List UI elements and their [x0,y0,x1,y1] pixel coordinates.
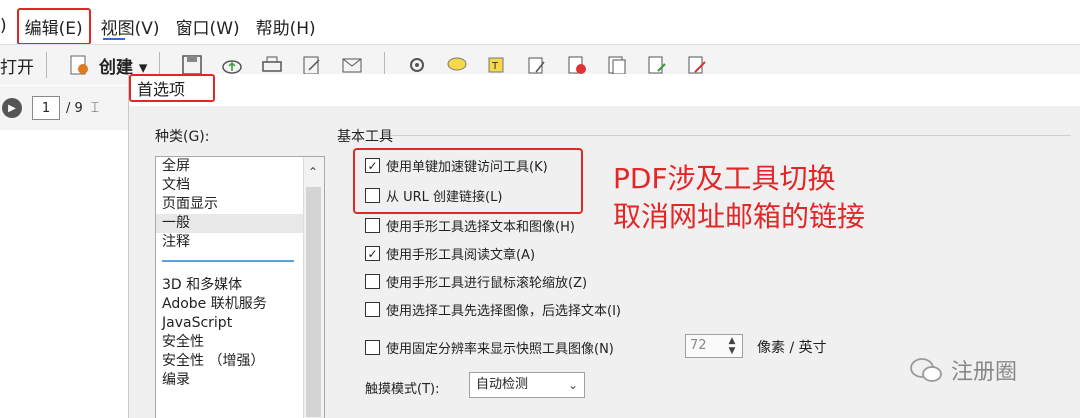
dialog-title: 首选项 [129,74,215,102]
option-hand-tool-wheel-zoom[interactable]: 使用手形工具进行鼠标滚轮缩放(Z) [365,272,587,291]
checkbox-checked[interactable]: ✓ [365,246,380,261]
menu-item-help[interactable]: 帮助(H) [248,14,324,39]
page-navigation: ▶ 1 / 9 ⌶ [0,86,140,130]
option-label: 使用单键加速键访问工具(K) [386,160,548,175]
dialog-titlebar [129,74,1080,106]
category-item[interactable]: JavaScript [156,314,324,333]
category-item[interactable]: 页面显示 [156,195,324,214]
menu-focus-underline [103,38,125,40]
menu-item-file-partial[interactable]: ) [0,16,15,36]
next-page-icon[interactable]: ▶ [2,98,22,118]
checkbox[interactable] [365,302,380,317]
category-scrollbar[interactable]: ⌃ [303,157,324,418]
page-number-input[interactable]: 1 [32,96,60,120]
wechat-icon [910,358,942,382]
watermark: 注册圈 [909,354,1017,386]
category-item-selected[interactable]: 一般 [156,214,324,233]
checkbox-checked[interactable]: ✓ [365,158,380,173]
category-item[interactable]: 编录 [156,371,324,390]
option-select-tool-images-first[interactable]: 使用选择工具先选择图像，后选择文本(I) [365,300,621,319]
category-item[interactable]: 安全性 [156,333,324,352]
option-label: 使用手形工具阅读文章(A) [386,248,536,263]
option-label: 使用手形工具进行鼠标滚轮缩放(Z) [386,276,588,291]
option-label: 从 URL 创建链接(L) [386,190,503,205]
option-label: 使用固定分辨率来显示快照工具图像(N) [386,342,614,357]
annotation-line-2: 取消网址邮箱的链接 [613,200,866,233]
category-item[interactable]: Adobe 联机服务 [156,295,324,314]
group-divider [391,135,1071,136]
checkbox[interactable] [365,188,380,203]
category-item[interactable]: 3D 和多媒体 [156,276,324,295]
category-divider [162,260,294,262]
page-total: / 9 [66,100,83,116]
cursor-tool-icon[interactable]: ⌶ [91,100,99,116]
scroll-thumb[interactable] [306,187,321,417]
touch-mode-value: 自动检测 [476,377,529,392]
option-label: 使用手形工具选择文本和图像(H) [386,220,575,235]
menu-bar: ) 编辑(E) 视图(V) 窗口(W) 帮助(H) [0,7,1080,45]
resolution-stepper-icon[interactable]: ▲ ▼ [723,336,741,356]
category-item[interactable]: 安全性 （增强） [156,352,324,371]
svg-text:T: T [491,61,499,72]
option-hand-tool-read-articles[interactable]: ✓ 使用手形工具阅读文章(A) [365,244,535,263]
resolution-unit: 像素 / 英寸 [757,340,827,356]
menu-item-window[interactable]: 窗口(W) [168,14,248,39]
category-item[interactable]: 全屏 [156,157,324,176]
annotation-text: PDF涉及工具切换 取消网址邮箱的链接 [613,160,865,236]
toolbar-separator [46,52,47,78]
watermark-text: 注册圈 [951,360,1018,385]
menu-item-view[interactable]: 视图(V) [93,14,168,39]
category-item[interactable]: 注释 [156,233,324,252]
option-label: 使用选择工具先选择图像，后选择文本(I) [386,304,621,319]
chevron-up-icon[interactable]: ⌃ [308,165,318,179]
menu-item-edit[interactable]: 编辑(E) [16,7,91,45]
touch-mode-select[interactable]: 自动检测 ⌄ [469,372,585,398]
category-label: 种类(G): [155,129,210,145]
annotation-line-1: PDF涉及工具切换 [613,162,836,195]
option-create-links-from-urls[interactable]: 从 URL 创建链接(L) [365,186,502,205]
category-item[interactable]: 文档 [156,176,324,195]
create-pdf-icon[interactable] [67,53,91,77]
preferences-dialog: 首选项 种类(G): 全屏 文档 页面显示 一般 注释 3D 和多媒体 Adob… [128,74,1080,418]
option-single-key-accelerators[interactable]: ✓ 使用单键加速键访问工具(K) [365,156,548,175]
option-hand-tool-select-text[interactable]: 使用手形工具选择文本和图像(H) [365,216,575,235]
open-button[interactable]: 打开 [0,53,34,78]
checkbox[interactable] [365,340,380,355]
touch-mode-label: 触摸模式(T): [365,382,440,397]
option-fixed-resolution-snapshot[interactable]: 使用固定分辨率来显示快照工具图像(N) [365,338,614,357]
group-title: 基本工具 [337,129,393,145]
checkbox[interactable] [365,218,380,233]
chevron-down-icon[interactable]: ⌄ [568,373,578,397]
category-list[interactable]: 全屏 文档 页面显示 一般 注释 3D 和多媒体 Adobe 联机服务 Java… [155,156,325,418]
checkbox[interactable] [365,274,380,289]
